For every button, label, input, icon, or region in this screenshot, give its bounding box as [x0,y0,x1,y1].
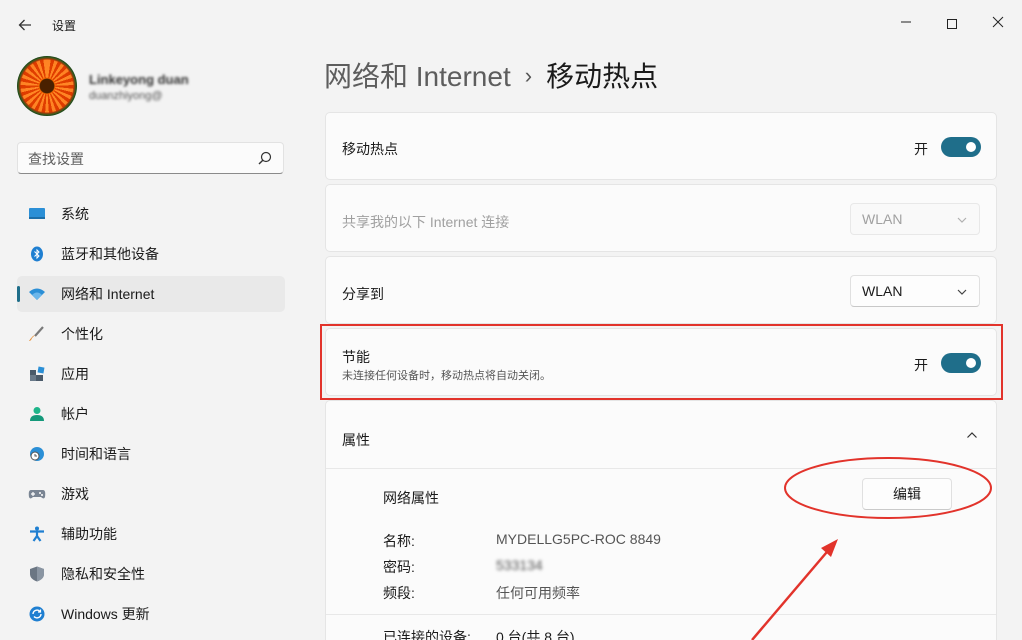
share-from-card: 共享我的以下 Internet 连接 WLAN [325,184,997,252]
sidebar-item-label: 游戏 [61,486,89,502]
user-email: duanzhiyong@ [89,90,163,102]
prop-name-key: 名称: [383,533,415,549]
sidebar-item-label: 应用 [61,366,89,382]
prop-password-value: 533134 [496,557,543,573]
properties-label: 属性 [342,432,370,448]
chevron-down-icon [957,289,967,295]
chevron-up-icon[interactable] [966,429,978,441]
sidebar-item-label: 系统 [61,206,89,222]
update-icon [29,606,45,622]
sidebar-item-windows-update[interactable]: Windows 更新 [17,596,285,632]
hotspot-toggle[interactable] [941,137,981,157]
sidebar-item-time-language[interactable]: 时间和语言 [17,436,285,472]
sidebar-item-accessibility[interactable]: 辅助功能 [17,516,285,552]
properties-header[interactable]: 属性 [326,401,996,469]
person-icon [30,407,44,421]
close-icon [992,16,1004,28]
accessibility-icon [30,526,44,542]
hotspot-label: 移动热点 [342,141,398,157]
divider [326,614,996,615]
sidebar-item-privacy[interactable]: 隐私和安全性 [17,556,285,592]
search-input[interactable] [28,149,248,169]
search-icon[interactable] [257,150,273,166]
gamepad-icon [28,490,46,499]
paint-brush-icon [29,326,44,341]
connected-devices-key: 已连接的设备: [383,629,471,640]
sidebar-item-label: 辅助功能 [61,526,117,542]
hotspot-state-text: 开 [914,141,928,157]
sidebar-item-label: Windows 更新 [61,606,150,622]
edit-button[interactable]: 编辑 [862,478,952,510]
prop-band-key: 频段: [383,585,415,601]
maximize-button[interactable] [929,8,975,38]
prop-name-value: MYDELLG5PC-ROC 8849 [496,531,661,547]
network-properties-label: 网络属性 [383,490,439,506]
connected-devices-value: 0 台(共 8 台) [496,629,575,640]
shield-icon [30,566,44,582]
arrow-left-icon [18,19,31,31]
sidebar-item-network[interactable]: 网络和 Internet [17,276,285,312]
sidebar-item-bluetooth[interactable]: 蓝牙和其他设备 [17,236,285,272]
sidebar-item-label: 蓝牙和其他设备 [61,246,159,262]
hotspot-card: 移动热点 开 [325,112,997,180]
sidebar-item-gaming[interactable]: 游戏 [17,476,285,512]
maximize-icon [947,19,957,30]
properties-card: 属性 网络属性 [325,400,997,640]
apps-icon [30,366,45,381]
globe-clock-icon [30,447,44,461]
minimize-icon [901,21,911,23]
share-to-card: 分享到 WLAN [325,256,997,324]
sidebar-item-apps[interactable]: 应用 [17,356,285,392]
sidebar-item-label: 隐私和安全性 [61,566,145,582]
sidebar-item-accounts[interactable]: 帐户 [17,396,285,432]
breadcrumb-separator: › [524,63,533,88]
search-box[interactable] [17,142,284,174]
toggle-knob [966,142,976,152]
avatar [17,56,77,116]
sidebar-item-label: 个性化 [61,326,103,342]
prop-password-key: 密码: [383,559,415,575]
sidebar-item-system[interactable]: 系统 [17,196,285,232]
share-from-value: WLAN [862,211,903,227]
sidebar-item-personalization[interactable]: 个性化 [17,316,285,352]
page-title: 移动热点 [546,61,659,92]
wifi-icon [29,288,45,300]
app-title: 设置 [52,19,77,33]
sidebar-nav: 系统 蓝牙和其他设备 网络和 Internet 个性化 应用 帐户 时间和语言 … [17,196,285,636]
user-profile[interactable]: Linkeyong duan duanzhiyong@ [17,56,297,118]
user-name: Linkeyong duan [89,72,189,87]
share-to-dropdown[interactable]: WLAN [850,275,980,307]
minimize-button[interactable] [883,8,929,38]
back-button[interactable] [14,14,36,36]
share-to-value: WLAN [862,283,903,299]
share-from-dropdown: WLAN [850,203,980,235]
share-from-label: 共享我的以下 Internet 连接 [342,214,510,230]
monitor-icon [29,208,45,219]
share-to-label: 分享到 [342,286,384,302]
close-button[interactable] [975,8,1021,38]
sidebar-item-label: 网络和 Internet [61,286,155,302]
chevron-down-icon [957,217,967,223]
breadcrumb: 网络和 Internet › 移动热点 [324,56,658,96]
sidebar-item-label: 帐户 [61,406,89,422]
title-bar: 设置 [0,0,1022,50]
breadcrumb-parent[interactable]: 网络和 Internet [324,61,511,92]
bluetooth-icon [31,246,43,262]
sidebar-item-label: 时间和语言 [61,446,131,462]
annotation-highlight-box [320,324,1003,400]
prop-band-value: 任何可用频率 [496,585,580,601]
